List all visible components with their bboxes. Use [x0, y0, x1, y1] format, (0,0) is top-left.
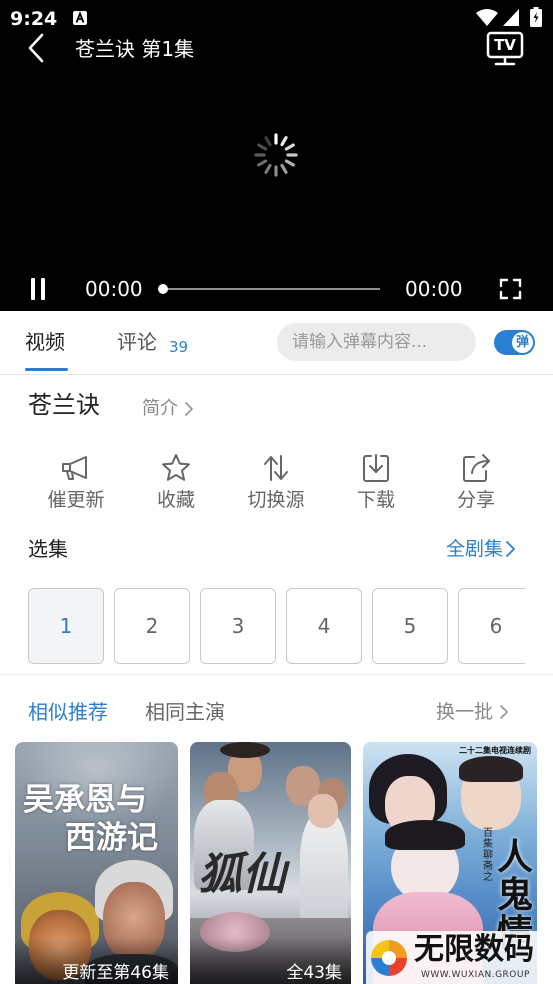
poster-title-line: 西游记: [65, 820, 158, 856]
active-tab-indicator: [25, 368, 68, 371]
share-button[interactable]: 分享: [426, 450, 526, 518]
video-player[interactable]: 9:24 苍兰诀 第1集 TV 00:00 00:00: [0, 0, 553, 311]
tab-similar[interactable]: 相似推荐: [28, 698, 108, 726]
wifi-icon: [476, 9, 498, 26]
switch-source-icon: [264, 455, 288, 481]
poster-figure-face: [308, 794, 338, 828]
poster-caption: 更新至第46集: [62, 963, 169, 983]
site-watermark: 无限数码 WWW.WUXIAN.GROUP: [366, 931, 542, 984]
episodes-divider: [0, 674, 553, 675]
switch-source-label: 切换源: [247, 489, 305, 511]
tab-video[interactable]: 视频: [25, 328, 65, 356]
share-icon: [463, 454, 490, 482]
tab-same-cast[interactable]: 相同主演: [145, 698, 225, 726]
poster-kicker: 百集聊斋之: [483, 828, 493, 883]
chevron-right-icon: [506, 541, 515, 557]
loading-spinner-icon: [254, 133, 298, 177]
back-button[interactable]: [24, 32, 50, 64]
intro-label: 简介: [142, 398, 178, 419]
episode-button[interactable]: 1: [28, 588, 104, 664]
poster-figure-hair: [385, 820, 465, 850]
poster-banner: 二十二集电视连续剧: [459, 746, 531, 755]
poster-figure-hair: [220, 742, 270, 758]
megaphone-icon: [62, 456, 87, 480]
episode-button[interactable]: 4: [286, 588, 362, 664]
progress-slider[interactable]: [158, 283, 380, 295]
star-icon: [162, 454, 190, 481]
recommend-card[interactable]: 吴承恩与 西游记 更新至第46集: [15, 742, 178, 984]
refresh-label: 换一批: [436, 701, 494, 723]
episode-button[interactable]: 3: [200, 588, 276, 664]
episode-button[interactable]: 6: [458, 588, 525, 664]
tab-comments[interactable]: 评论: [117, 328, 157, 356]
urge-update-label: 催更新: [47, 489, 105, 511]
a-notification-icon: [73, 11, 87, 25]
progress-thumb[interactable]: [158, 284, 168, 294]
recommend-card[interactable]: 狐仙 全43集: [190, 742, 351, 984]
progress-track: [163, 288, 380, 290]
show-title: 苍兰诀: [28, 391, 100, 419]
cast-to-tv-button[interactable]: TV: [486, 31, 524, 67]
urge-update-button[interactable]: 催更新: [26, 450, 126, 518]
comment-count-badge: 39: [169, 338, 189, 356]
poster-title-line: 吴承恩与: [23, 782, 147, 818]
episodes-heading: 选集: [28, 537, 68, 561]
intro-link[interactable]: 简介: [142, 396, 194, 422]
poster-figure-hair: [459, 756, 523, 782]
favorite-label: 收藏: [156, 489, 195, 511]
poster-title: 狐仙: [198, 849, 286, 900]
episode-title: 苍兰诀 第1集: [75, 37, 195, 61]
watermark-name: 无限数码: [414, 932, 534, 967]
danmaku-toggle-knob: 弹: [512, 332, 533, 353]
poster-figure-dress: [300, 812, 348, 930]
tv-label: TV: [494, 36, 516, 54]
favorite-button[interactable]: 收藏: [126, 450, 226, 518]
battery-icon: [530, 7, 542, 27]
watermark-url: WWW.WUXIAN.GROUP: [421, 970, 530, 980]
download-label: 下载: [356, 489, 395, 511]
duration-time: 00:00: [405, 277, 463, 301]
poster-caption: 全43集: [286, 963, 342, 983]
switch-source-button[interactable]: 切换源: [226, 450, 326, 518]
all-episodes-label: 全剧集: [446, 538, 504, 560]
pause-button[interactable]: [28, 276, 48, 302]
episode-button[interactable]: 2: [114, 588, 190, 664]
episode-button[interactable]: 5: [372, 588, 448, 664]
signal-icon: [503, 9, 519, 26]
refresh-button[interactable]: 换一批: [436, 698, 509, 726]
chevron-right-icon: [185, 402, 193, 416]
pause-bar-left: [31, 278, 35, 300]
share-label: 分享: [456, 489, 495, 511]
pause-bar-right: [41, 278, 45, 300]
status-time: 9:24: [10, 8, 58, 30]
current-time: 00:00: [85, 277, 143, 301]
danmaku-toggle[interactable]: 弹: [494, 330, 535, 355]
download-icon: [363, 454, 389, 482]
episode-list[interactable]: 1 2 3 4 5 6: [28, 588, 525, 666]
chevron-right-icon: [500, 705, 508, 719]
fullscreen-button[interactable]: [498, 277, 523, 301]
tabs-divider: [0, 374, 553, 375]
danmaku-input[interactable]: [277, 323, 476, 361]
all-episodes-link[interactable]: 全剧集: [446, 535, 517, 563]
wuxian-logo-icon: [371, 940, 407, 976]
download-button[interactable]: 下载: [326, 450, 426, 518]
